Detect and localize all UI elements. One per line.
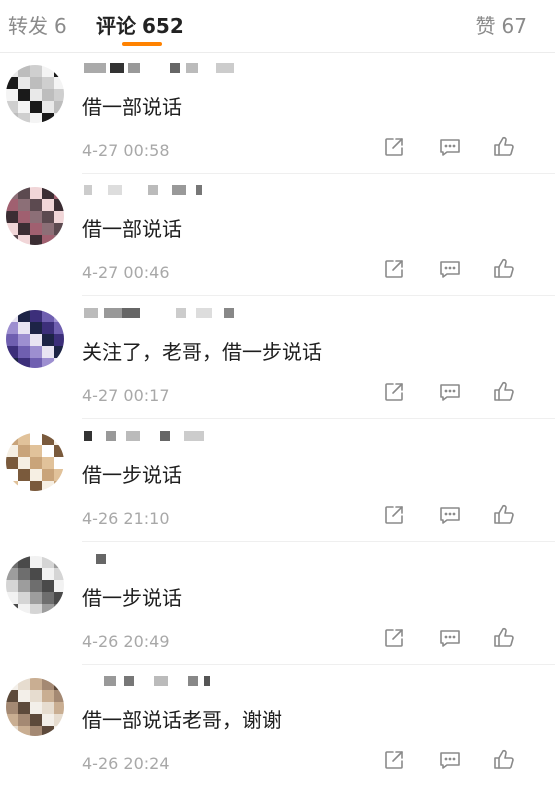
- like-button[interactable]: [492, 380, 520, 408]
- reply-icon: [438, 630, 462, 654]
- username-pixelated[interactable]: [84, 181, 264, 199]
- reply-icon: [438, 139, 462, 163]
- thumbs-up-icon: [492, 136, 516, 163]
- tab-like-label: 赞: [475, 14, 496, 38]
- share-button[interactable]: [382, 626, 410, 654]
- thumbs-up-icon: [492, 258, 516, 285]
- tab-repost[interactable]: 转发 6: [8, 10, 67, 39]
- active-tab-indicator: [122, 42, 162, 46]
- reply-button[interactable]: [438, 748, 466, 776]
- comment-time: 4-27 00:46: [82, 263, 170, 282]
- comment-actions: [380, 503, 540, 531]
- avatar[interactable]: [6, 310, 64, 368]
- avatar[interactable]: [6, 678, 64, 736]
- share-icon: [382, 260, 406, 285]
- comment-time: 4-26 20:24: [82, 754, 170, 773]
- tab-repost-label: 转发: [8, 14, 48, 38]
- divider: [82, 173, 555, 174]
- like-button[interactable]: [492, 503, 520, 531]
- reply-button[interactable]: [438, 626, 466, 654]
- comment-actions: [380, 626, 540, 654]
- comment-actions: [380, 257, 540, 285]
- avatar[interactable]: [6, 187, 64, 245]
- thumbs-up-icon: [492, 627, 516, 654]
- like-button[interactable]: [492, 626, 520, 654]
- thumbs-up-icon: [492, 504, 516, 531]
- username-pixelated[interactable]: [84, 59, 264, 77]
- reply-button[interactable]: [438, 135, 466, 163]
- divider: [82, 664, 555, 665]
- share-button[interactable]: [382, 380, 410, 408]
- comment-item: 关注了，老哥，借一步说话 4-27 00:17: [0, 298, 555, 419]
- comment-actions: [380, 380, 540, 408]
- divider: [82, 418, 555, 419]
- comment-time: 4-27 00:17: [82, 386, 170, 405]
- comment-text: 借一部说话: [82, 95, 182, 119]
- comment-actions: [380, 748, 540, 776]
- reply-button[interactable]: [438, 503, 466, 531]
- tab-repost-count: 6: [54, 14, 67, 38]
- username-pixelated[interactable]: [84, 550, 264, 568]
- divider: [82, 541, 555, 542]
- comment-time: 4-27 00:58: [82, 141, 170, 160]
- comment-text: 借一部说话: [82, 217, 182, 241]
- reply-icon: [438, 261, 462, 285]
- comment-item: 借一步说话 4-26 20:49: [0, 544, 555, 665]
- avatar[interactable]: [6, 556, 64, 614]
- reply-button[interactable]: [438, 380, 466, 408]
- divider: [82, 295, 555, 296]
- comment-item: 借一部说话老哥，谢谢 4-26 20:24: [0, 666, 555, 787]
- comment-actions: [380, 135, 540, 163]
- tab-like-count: 67: [501, 14, 527, 38]
- reply-icon: [438, 752, 462, 776]
- thumbs-up-icon: [492, 749, 516, 776]
- comment-text: 关注了，老哥，借一步说话: [82, 340, 322, 364]
- share-button[interactable]: [382, 257, 410, 285]
- share-button[interactable]: [382, 748, 410, 776]
- comment-text: 借一部说话老哥，谢谢: [82, 708, 282, 732]
- tab-comment-count: 652: [142, 14, 184, 38]
- thumbs-up-icon: [492, 381, 516, 408]
- tab-like[interactable]: 赞 67: [476, 10, 527, 39]
- comment-time: 4-26 20:49: [82, 632, 170, 651]
- like-button[interactable]: [492, 257, 520, 285]
- share-button[interactable]: [382, 135, 410, 163]
- comment-text: 借一步说话: [82, 463, 182, 487]
- username-pixelated[interactable]: [84, 304, 264, 322]
- username-pixelated[interactable]: [84, 672, 264, 690]
- share-icon: [382, 138, 406, 163]
- comment-item: 借一部说话 4-27 00:46: [0, 175, 555, 296]
- share-icon: [382, 506, 406, 531]
- comment-text: 借一步说话: [82, 586, 182, 610]
- share-icon: [382, 383, 406, 408]
- like-button[interactable]: [492, 748, 520, 776]
- username-pixelated[interactable]: [84, 427, 264, 445]
- share-icon: [382, 751, 406, 776]
- reply-icon: [438, 384, 462, 408]
- like-button[interactable]: [492, 135, 520, 163]
- tab-comment[interactable]: 评论 652: [96, 10, 184, 39]
- comment-time: 4-26 21:10: [82, 509, 170, 528]
- share-button[interactable]: [382, 503, 410, 531]
- reply-icon: [438, 507, 462, 531]
- comment-item: 借一部说话 4-27 00:58: [0, 53, 555, 174]
- avatar[interactable]: [6, 65, 64, 123]
- tab-comment-label: 评论: [96, 14, 136, 38]
- comment-item: 借一步说话 4-26 21:10: [0, 421, 555, 542]
- share-icon: [382, 629, 406, 654]
- avatar[interactable]: [6, 433, 64, 491]
- reply-button[interactable]: [438, 257, 466, 285]
- comment-tabs: 转发 6 评论 652 赞 67: [0, 0, 555, 53]
